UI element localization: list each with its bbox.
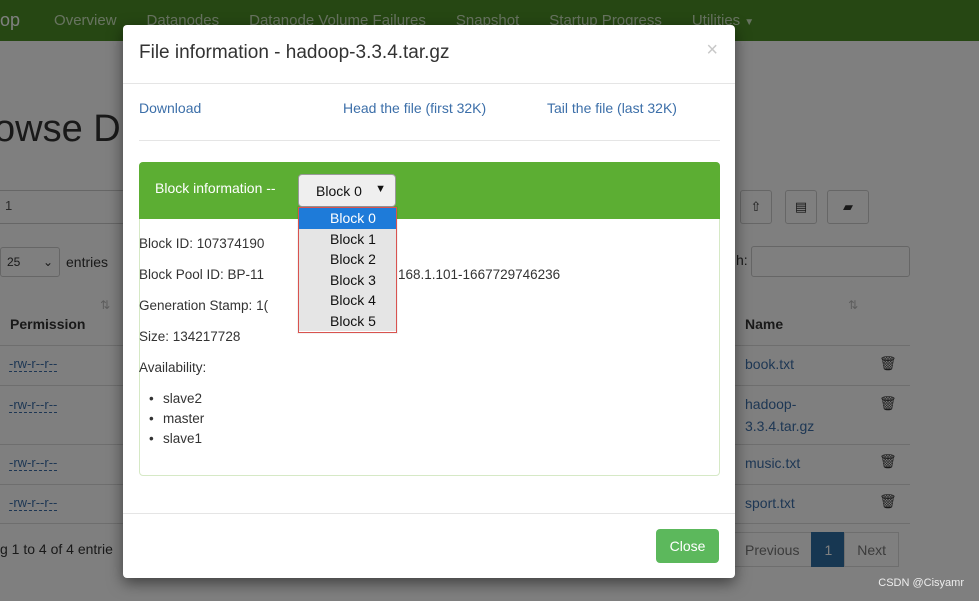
- head-file-link[interactable]: Head the file (first 32K): [343, 100, 486, 116]
- block-pool-id: Block Pool ID: BP-11: [139, 267, 265, 282]
- block-pool-id-tail: 168.1.101-1667729746236: [398, 267, 561, 282]
- block-option[interactable]: Block 4: [299, 290, 396, 311]
- block-info-panel: Block information -- Block 0 ▼: [139, 162, 720, 476]
- block-option[interactable]: Block 1: [299, 228, 396, 249]
- list-item: slave2: [139, 389, 204, 409]
- download-link[interactable]: Download: [139, 100, 201, 116]
- block-dropdown-list: Block 0 Block 1 Block 2 Block 3 Block 4 …: [298, 207, 397, 333]
- block-select[interactable]: Block 0 ▼: [298, 174, 396, 207]
- list-item: master: [139, 409, 204, 429]
- block-select-value: Block 0: [316, 182, 362, 199]
- links-divider: [139, 140, 720, 141]
- block-option[interactable]: Block 2: [299, 249, 396, 270]
- block-id: Block ID: 107374190: [139, 236, 265, 251]
- block-option[interactable]: Block 0: [299, 208, 396, 229]
- block-option[interactable]: Block 5: [299, 310, 396, 331]
- block-option[interactable]: Block 3: [299, 269, 396, 290]
- modal-title: File information - hadoop-3.3.4.tar.gz: [139, 42, 450, 63]
- list-item: slave1: [139, 429, 204, 449]
- modal-header-divider: [123, 83, 735, 84]
- block-size: Size: 134217728: [139, 329, 241, 344]
- panel-header: Block information -- Block 0 ▼: [139, 162, 720, 219]
- panel-title: Block information --: [155, 180, 276, 196]
- chevron-down-icon: ▼: [375, 183, 386, 195]
- close-icon[interactable]: ×: [706, 39, 718, 62]
- modal-footer-divider: [123, 513, 735, 514]
- generation-stamp: Generation Stamp: 1(: [139, 298, 269, 313]
- availability-label: Availability:: [139, 360, 207, 375]
- tail-file-link[interactable]: Tail the file (last 32K): [547, 100, 677, 116]
- close-button[interactable]: Close: [656, 529, 719, 563]
- file-info-modal: File information - hadoop-3.3.4.tar.gz ×…: [123, 25, 735, 578]
- watermark: CSDN @Cisyamr: [878, 577, 964, 589]
- availability-list: slave2 master slave1: [139, 389, 204, 449]
